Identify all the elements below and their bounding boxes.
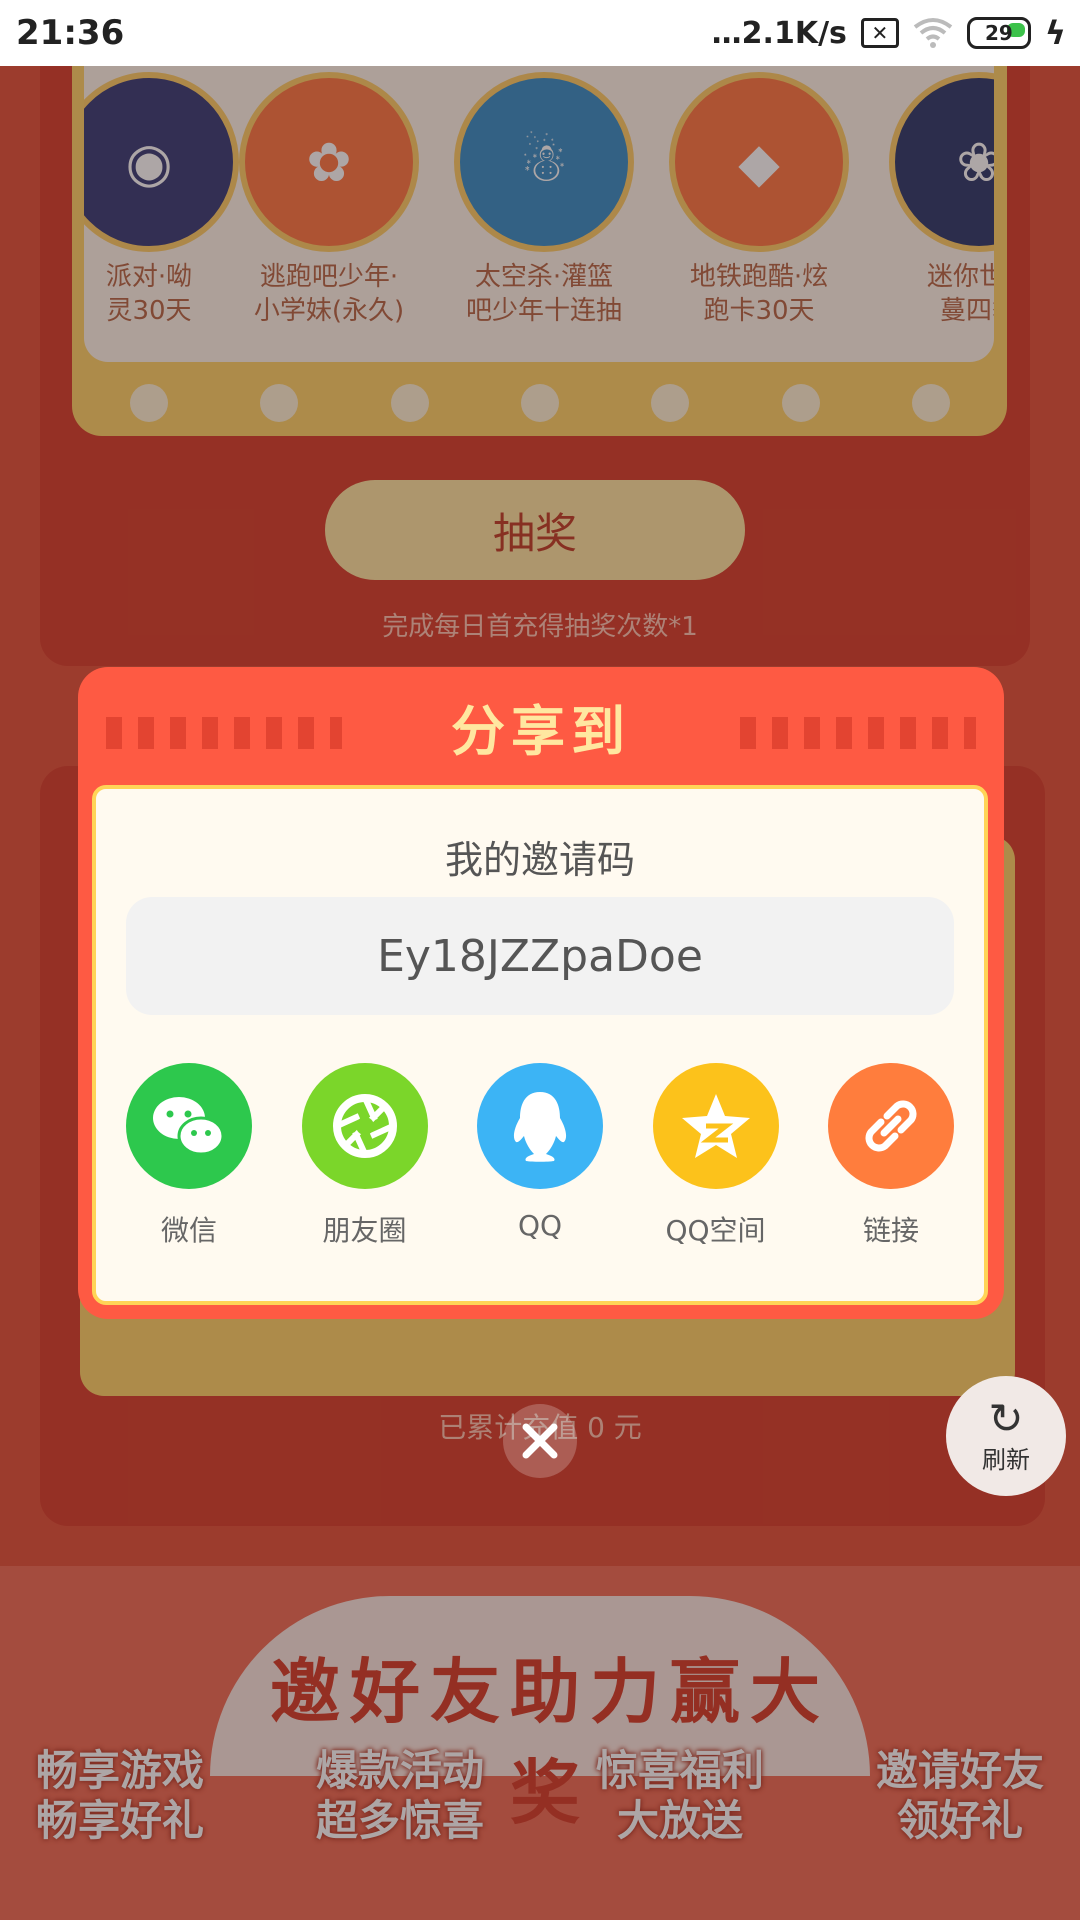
link-icon bbox=[828, 1063, 954, 1189]
share-moments[interactable]: 朋友圈 bbox=[301, 1063, 428, 1249]
close-icon bbox=[522, 1423, 558, 1459]
dialog-title: 分享到 bbox=[451, 700, 631, 763]
invite-code-label: 我的邀请码 bbox=[444, 838, 635, 882]
share-link[interactable]: 链接 bbox=[828, 1063, 954, 1249]
share-wechat[interactable]: 微信 bbox=[126, 1063, 252, 1249]
status-bar: 21:36 …2.1K/s ✕ 29 ϟ bbox=[0, 0, 1080, 66]
refresh-button[interactable]: ↻ 刷新 bbox=[946, 1376, 1066, 1496]
invite-code-box[interactable]: Ey18JZZpaDoe bbox=[126, 897, 954, 1015]
qq-icon bbox=[477, 1063, 603, 1189]
close-dialog-button[interactable] bbox=[503, 1404, 577, 1478]
network-speed: …2.1K/s bbox=[711, 15, 847, 51]
share-label: QQ bbox=[517, 1209, 563, 1242]
share-label: 链接 bbox=[862, 1214, 919, 1247]
battery-level: 29 bbox=[984, 21, 1013, 45]
status-time: 21:36 bbox=[16, 13, 125, 53]
share-label: QQ空间 bbox=[665, 1214, 766, 1247]
share-qzone[interactable]: QQ空间 bbox=[652, 1063, 779, 1249]
status-icons: …2.1K/s ✕ 29 ϟ bbox=[712, 14, 1066, 52]
share-dialog: 分享到 我的邀请码 Ey18JZZpaDoe 微信 朋友圈 QQ QQ空间 链接 bbox=[78, 667, 1004, 1319]
dialog-body: 我的邀请码 Ey18JZZpaDoe 微信 朋友圈 QQ QQ空间 链接 bbox=[92, 785, 988, 1305]
moments-icon bbox=[301, 1063, 428, 1189]
wechat-icon bbox=[126, 1063, 252, 1189]
refresh-label: 刷新 bbox=[982, 1445, 1030, 1474]
share-label: 微信 bbox=[160, 1214, 217, 1247]
refresh-icon: ↻ bbox=[988, 1393, 1024, 1443]
share-targets: 微信 朋友圈 QQ QQ空间 链接 bbox=[126, 1063, 954, 1249]
battery-icon: 29 bbox=[966, 17, 1031, 49]
wifi-icon bbox=[913, 18, 953, 48]
share-label: 朋友圈 bbox=[322, 1214, 407, 1247]
no-sim-icon: ✕ bbox=[860, 18, 899, 48]
qzone-icon bbox=[652, 1063, 779, 1189]
charging-icon: ϟ bbox=[1044, 14, 1066, 52]
share-qq[interactable]: QQ bbox=[477, 1063, 603, 1249]
